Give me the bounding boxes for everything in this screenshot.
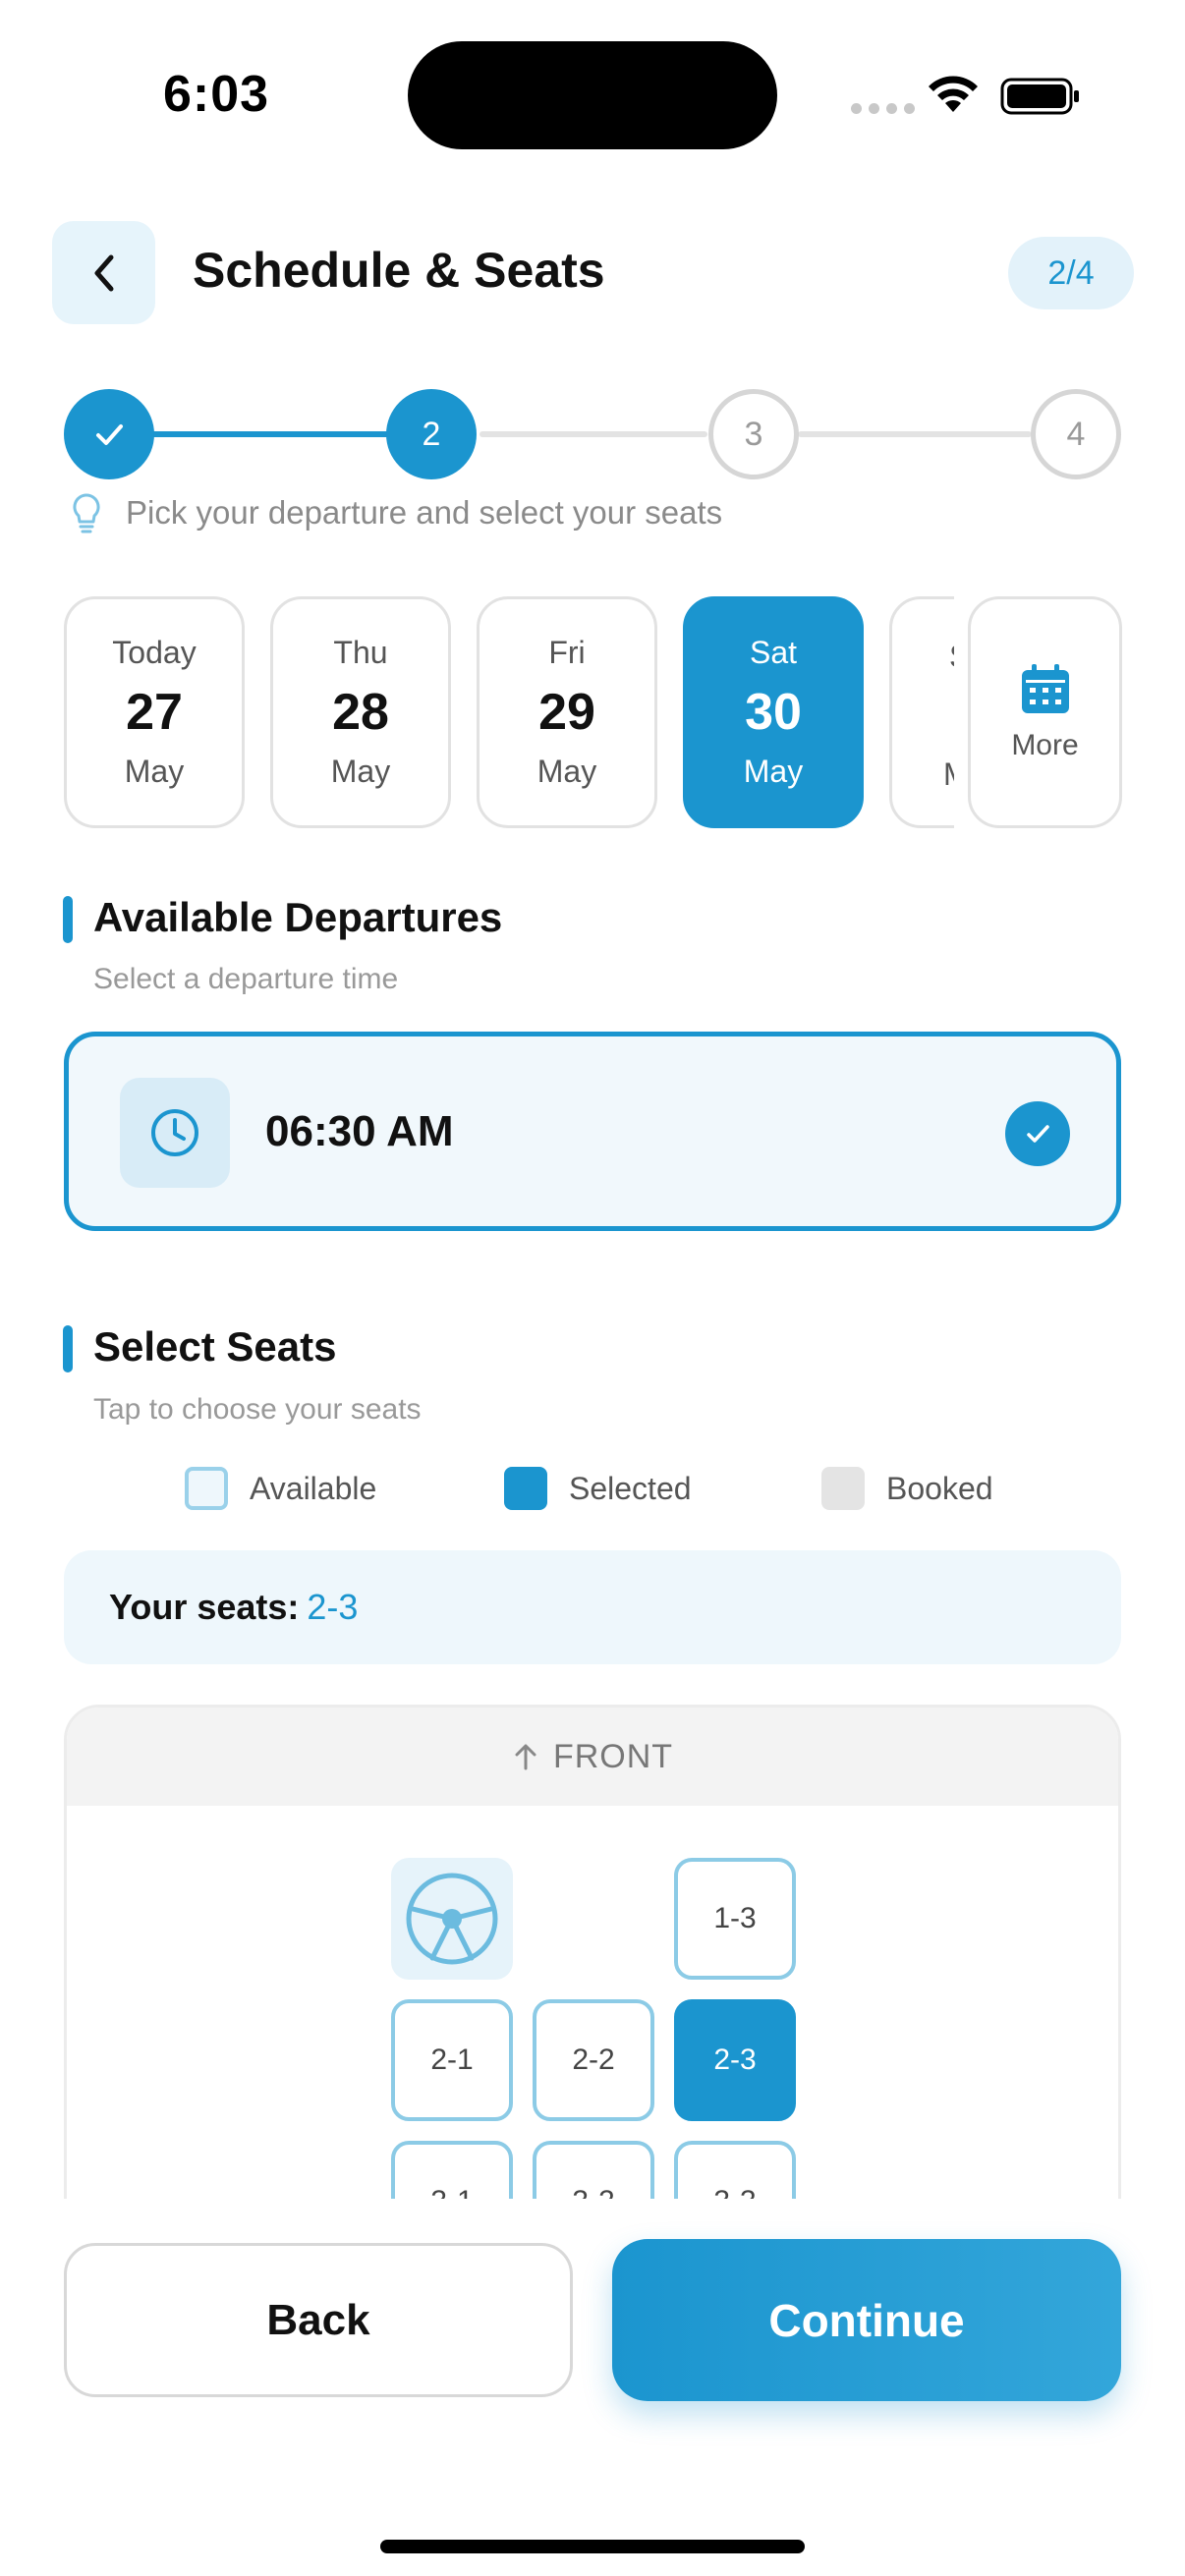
battery-icon (1000, 78, 1079, 115)
date-chip-28[interactable]: Thu 28 May (270, 596, 451, 828)
signal-icon (851, 103, 915, 114)
page-title: Schedule & Seats (193, 243, 605, 298)
check-icon (1027, 1125, 1049, 1143)
departures-title: Available Departures (93, 894, 503, 940)
seats-title: Select Seats (93, 1323, 337, 1370)
stepper-step-4: 4 (1031, 389, 1121, 479)
date-chip-30-selected[interactable]: Sat 30 May (683, 596, 864, 828)
departure-option-selected[interactable]: 06:30 AM (64, 1032, 1121, 1231)
stepper-line-pending (798, 431, 1032, 437)
step-badge: 2/4 (1008, 237, 1134, 309)
departure-time: 06:30 AM (265, 1107, 454, 1155)
departures-subtitle: Select a departure time (93, 963, 399, 995)
your-seats-value: 2-3 (307, 1587, 359, 1627)
clock-icon (151, 1109, 198, 1156)
section-accent-bar (63, 896, 73, 943)
date-weekday: S (949, 639, 954, 675)
stepper-step-1 (64, 389, 154, 479)
clock-icon-container (120, 1078, 230, 1188)
your-seats-summary: Your seats: 2-3 (64, 1550, 1121, 1664)
date-month: May (124, 754, 185, 789)
stepper-line-complete (138, 431, 389, 437)
legend-available: Available (185, 1467, 376, 1510)
date-month: M (943, 756, 954, 793)
seat-2-2[interactable]: 2-2 (533, 1999, 654, 2121)
legend-swatch-selected (504, 1467, 547, 1510)
date-weekday: Sat (749, 635, 798, 670)
legend-swatch-booked (821, 1467, 865, 1510)
stepper-hint: Pick your departure and select your seat… (69, 491, 722, 534)
stepper-step-2: 2 (386, 389, 477, 479)
header-back-button[interactable] (52, 221, 155, 324)
status-time: 6:03 (163, 66, 270, 123)
legend-label: Selected (569, 1470, 692, 1506)
more-label: More (1011, 729, 1079, 761)
legend-selected: Selected (504, 1467, 692, 1510)
date-day: 28 (332, 684, 389, 741)
date-month: May (743, 754, 804, 789)
hint-text: Pick your departure and select your seat… (126, 494, 723, 531)
seat-2-1[interactable]: 2-1 (391, 1999, 513, 2121)
stepper-line-pending (480, 431, 707, 437)
calendar-icon (1021, 664, 1069, 713)
continue-button[interactable]: Continue (612, 2239, 1121, 2401)
date-weekday: Fri (548, 635, 586, 670)
legend-booked: Booked (821, 1467, 993, 1510)
date-chip-partial[interactable]: S M (889, 596, 954, 828)
seat-2-3-selected[interactable]: 2-3 (674, 1999, 796, 2121)
home-indicator (380, 2540, 805, 2553)
wifi-icon (929, 76, 978, 112)
date-chip-27[interactable]: Today 27 May (64, 596, 245, 828)
legend-swatch-available (185, 1467, 228, 1510)
date-weekday: Thu (333, 635, 388, 670)
arrow-up-icon (515, 1744, 536, 1770)
date-weekday: Today (112, 635, 197, 670)
seat-map-front: FRONT (67, 1708, 1118, 1806)
legend-label: Available (250, 1470, 377, 1506)
date-day: 30 (745, 684, 802, 741)
date-chip-29[interactable]: Fri 29 May (477, 596, 657, 828)
your-seats-label: Your seats: (109, 1587, 300, 1627)
lightbulb-icon (73, 493, 100, 533)
stepper-step-3: 3 (708, 389, 799, 479)
check-icon (96, 424, 123, 445)
legend-label: Booked (886, 1470, 993, 1506)
selected-check (1005, 1101, 1070, 1166)
steering-wheel-icon (406, 1873, 498, 1965)
date-day: 29 (538, 684, 595, 741)
back-button[interactable]: Back (64, 2243, 573, 2397)
driver-seat (391, 1858, 513, 1980)
date-month: May (536, 754, 597, 789)
section-accent-bar (63, 1325, 73, 1372)
front-label: FRONT (552, 1737, 674, 1775)
more-dates-button[interactable]: More (968, 596, 1122, 828)
seat-1-3[interactable]: 1-3 (674, 1858, 796, 1980)
chevron-left-icon (94, 254, 113, 291)
seats-subtitle: Tap to choose your seats (93, 1393, 422, 1426)
date-month: May (330, 754, 391, 789)
status-bar: 6:03 (0, 0, 1185, 187)
date-day: 27 (126, 684, 183, 741)
dynamic-island (408, 41, 777, 149)
